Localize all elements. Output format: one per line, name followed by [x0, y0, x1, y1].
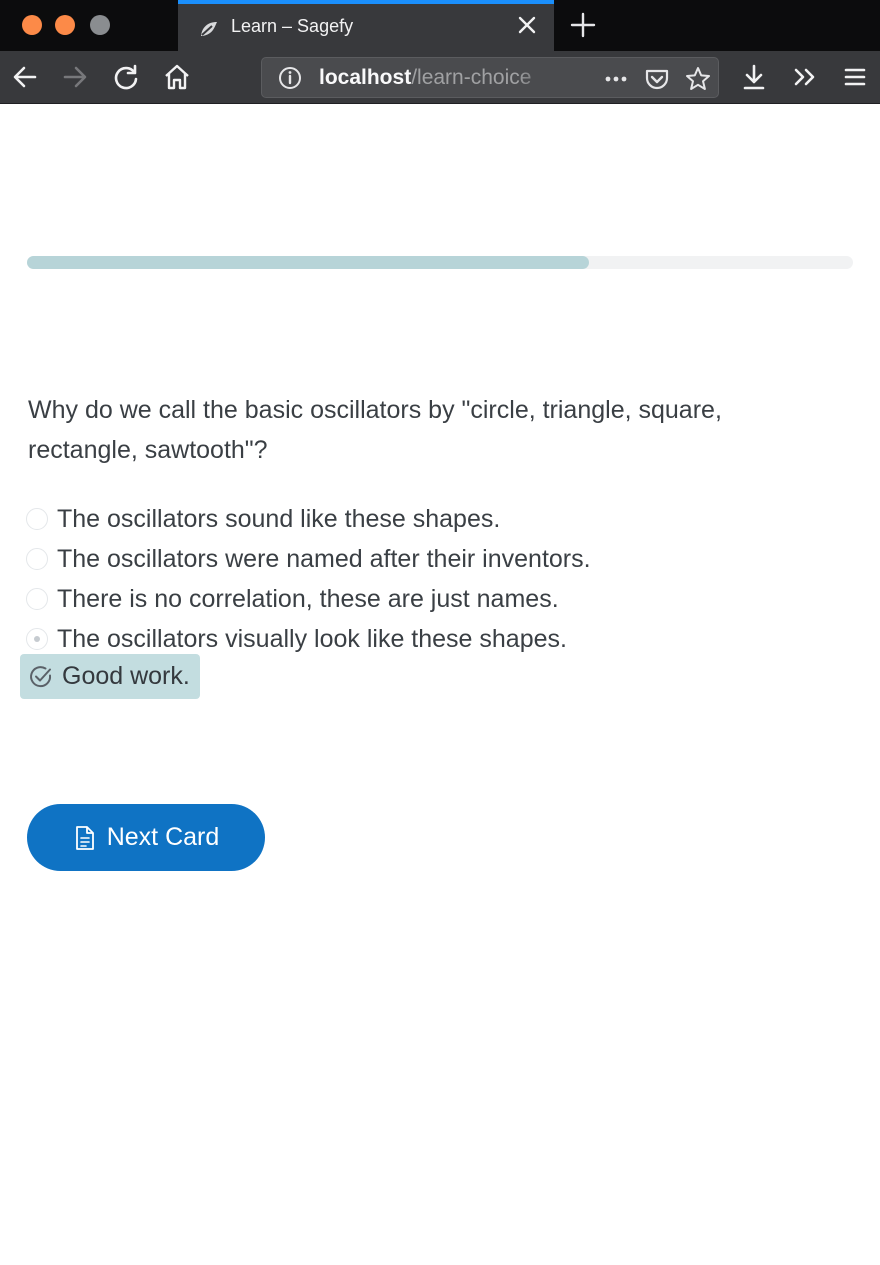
star-icon[interactable]	[685, 66, 711, 92]
reload-icon[interactable]	[112, 63, 140, 91]
check-circle-icon	[30, 665, 52, 687]
window-close-button[interactable]	[22, 15, 42, 35]
choice-option[interactable]: There is no correlation, these are just …	[26, 579, 846, 619]
next-card-label: Next Card	[106, 823, 220, 851]
choice-label: The oscillators were named after their i…	[57, 544, 591, 573]
browser-toolbar: localhost/learn-choice	[0, 51, 880, 104]
choice-option[interactable]: The oscillators were named after their i…	[26, 539, 846, 579]
window-minimize-button[interactable]	[55, 15, 75, 35]
url-fade	[517, 62, 557, 94]
overflow-icon[interactable]	[791, 63, 819, 91]
choice-label: The oscillators sound like these shapes.	[57, 504, 501, 533]
choice-list: The oscillators sound like these shapes.…	[26, 499, 846, 659]
choice-label: There is no correlation, these are just …	[57, 584, 559, 613]
radio-button[interactable]	[26, 628, 48, 650]
download-icon[interactable]	[740, 63, 768, 91]
radio-button[interactable]	[26, 508, 48, 530]
home-icon[interactable]	[163, 63, 191, 91]
progress-bar	[27, 256, 853, 269]
close-icon[interactable]	[516, 14, 538, 36]
window-maximize-button[interactable]	[90, 15, 110, 35]
browser-tab[interactable]: Learn – Sagefy	[178, 0, 554, 51]
more-dots-icon[interactable]	[603, 66, 629, 92]
feedback-text: Good work.	[62, 662, 190, 690]
plus-icon[interactable]	[570, 12, 596, 38]
info-icon[interactable]	[278, 66, 302, 90]
feedback-message: Good work.	[20, 654, 200, 699]
url-path: /learn-choice	[411, 66, 532, 89]
choice-option[interactable]: The oscillators sound like these shapes.	[26, 499, 846, 539]
radio-button[interactable]	[26, 548, 48, 570]
next-card-button[interactable]: Next Card	[27, 804, 265, 871]
radio-button[interactable]	[26, 588, 48, 610]
forward-arrow-icon[interactable]	[61, 63, 89, 91]
sagefy-logo-icon	[201, 22, 217, 36]
window-titlebar: Learn – Sagefy	[0, 0, 880, 51]
question-text: Why do we call the basic oscillators by …	[28, 396, 722, 464]
back-arrow-icon[interactable]	[11, 63, 39, 91]
url-host: localhost	[319, 66, 412, 89]
choice-option[interactable]: The oscillators visually look like these…	[26, 619, 846, 659]
document-icon	[75, 825, 94, 850]
choice-label: The oscillators visually look like these…	[57, 624, 567, 653]
pocket-icon[interactable]	[644, 66, 670, 92]
tab-title: Learn – Sagefy	[231, 16, 354, 36]
menu-icon[interactable]	[841, 63, 869, 91]
url-bar[interactable]: localhost/learn-choice	[261, 57, 719, 98]
progress-fill	[27, 256, 589, 269]
